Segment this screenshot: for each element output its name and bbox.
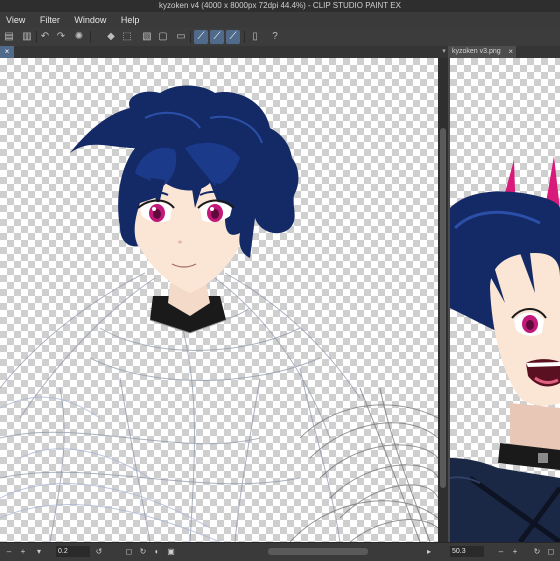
tab-kyzoken-v3[interactable]: kyzoken v3.png × bbox=[448, 46, 516, 58]
transform-icon[interactable]: ⬚ bbox=[120, 30, 134, 44]
separator bbox=[244, 31, 245, 43]
redo-icon[interactable]: ↷ bbox=[54, 30, 68, 44]
pane-menu-icon[interactable]: ▾ bbox=[440, 46, 448, 58]
artwork-kyzoken-v3 bbox=[450, 156, 560, 542]
right-zoom-field[interactable]: 50.3 bbox=[450, 546, 484, 557]
export-icon[interactable]: ▥ bbox=[20, 30, 34, 44]
rotate-left-icon[interactable]: ↺ bbox=[94, 546, 104, 557]
menu-bar: View Filter Window Help bbox=[0, 12, 560, 28]
status-bar: ‒ + ▾ 0.2 ↺ ◻ ↻ ◐ ▣ ▸ 50.3 ‒ + ↻ ◻ bbox=[0, 542, 560, 561]
actual-size-icon[interactable]: ▣ bbox=[166, 546, 176, 557]
main-canvas[interactable] bbox=[0, 58, 438, 542]
close-tab-button[interactable]: × bbox=[0, 46, 14, 58]
command-bar: ▤ ▥ ↶ ↷ ✺ ◆ ⬚ ▧ ▢ ▭ ⟋ ⟋ ⟋ ▯ ? bbox=[0, 28, 560, 47]
menu-view[interactable]: View bbox=[0, 12, 31, 28]
deselect-icon[interactable]: ▭ bbox=[174, 30, 188, 44]
scrollbar-thumb[interactable] bbox=[440, 128, 446, 488]
separator bbox=[190, 31, 191, 43]
help-icon[interactable]: ? bbox=[268, 30, 282, 44]
select-all-icon[interactable]: ▢ bbox=[156, 30, 170, 44]
loading-icon[interactable]: ✺ bbox=[72, 30, 86, 44]
rotate-icon-right[interactable]: ↻ bbox=[532, 546, 542, 557]
rotate-reset-icon[interactable]: ↻ bbox=[138, 546, 148, 557]
separator bbox=[36, 31, 37, 43]
smartphone-icon[interactable]: ▯ bbox=[248, 30, 262, 44]
clear-icon[interactable]: ▧ bbox=[140, 30, 154, 44]
tab-label: kyzoken v3.png bbox=[452, 48, 501, 55]
fit-icon[interactable]: ◻ bbox=[124, 546, 134, 557]
fill-icon[interactable]: ◆ bbox=[104, 30, 118, 44]
grid-snap-icon[interactable]: ⟋ bbox=[226, 30, 240, 44]
zoom-out-icon[interactable]: ‒ bbox=[4, 546, 14, 557]
ruler-snap-icon[interactable]: ⟋ bbox=[194, 30, 208, 44]
window-title: kyzoken v4 (4000 x 8000px 72dpi 44.4%) -… bbox=[0, 0, 560, 12]
vertical-scrollbar[interactable] bbox=[438, 58, 448, 542]
zoom-out-icon-right[interactable]: ‒ bbox=[496, 546, 506, 557]
scroll-right-icon[interactable]: ▸ bbox=[424, 546, 434, 557]
special-ruler-snap-icon[interactable]: ⟋ bbox=[210, 30, 224, 44]
zoom-in-icon-right[interactable]: + bbox=[510, 546, 520, 557]
left-zoom-field[interactable]: 0.2 bbox=[56, 546, 90, 557]
undo-icon[interactable]: ↶ bbox=[38, 30, 52, 44]
fit-icon-right[interactable]: ◻ bbox=[546, 546, 556, 557]
canvas-tab-bar: × ▾ kyzoken v3.png × bbox=[0, 46, 560, 58]
zoom-in-icon[interactable]: + bbox=[18, 546, 28, 557]
zoom-preset-icon[interactable]: ▾ bbox=[34, 546, 44, 557]
menu-filter[interactable]: Filter bbox=[34, 12, 66, 28]
menu-window[interactable]: Window bbox=[68, 12, 112, 28]
flip-icon[interactable]: ◐ bbox=[152, 546, 162, 557]
print-icon[interactable]: ▤ bbox=[2, 30, 16, 44]
horizontal-scrollbar[interactable] bbox=[268, 548, 368, 555]
menu-help[interactable]: Help bbox=[115, 12, 146, 28]
separator bbox=[90, 31, 91, 43]
artwork-kyzoken-v4 bbox=[0, 85, 438, 542]
close-icon[interactable]: × bbox=[508, 46, 513, 58]
reference-canvas[interactable] bbox=[450, 58, 560, 542]
